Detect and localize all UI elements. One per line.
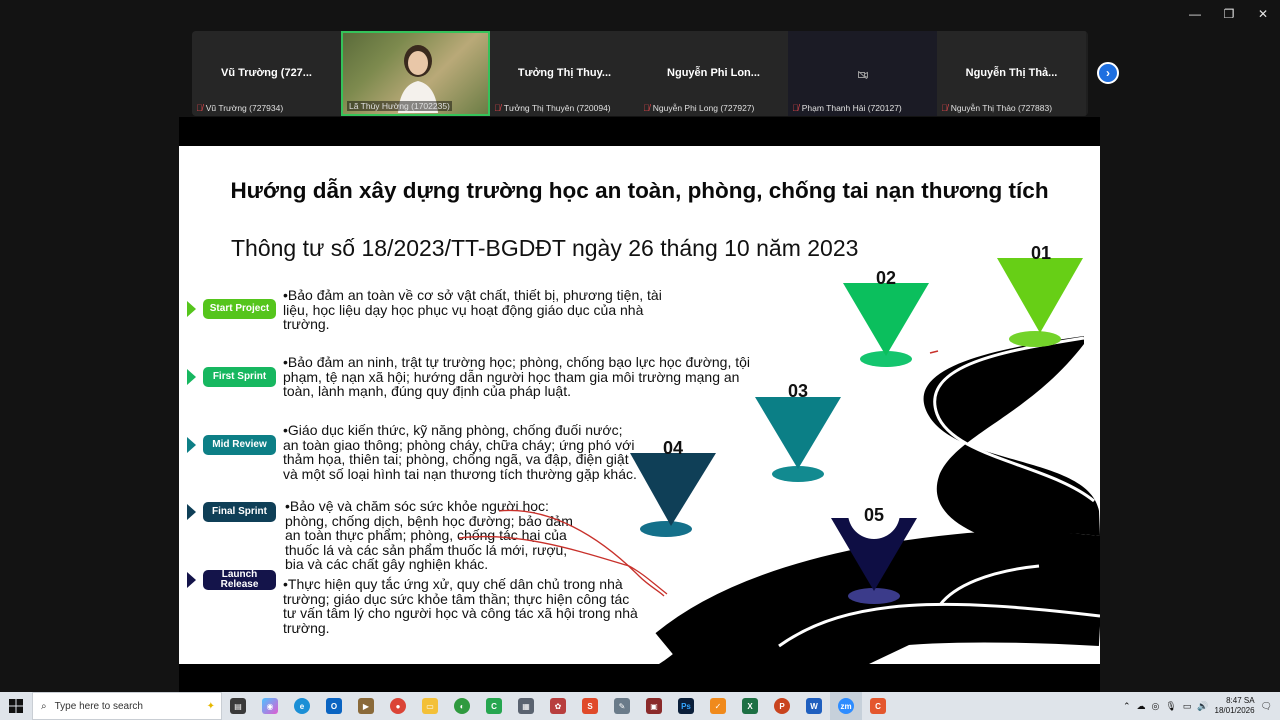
content-paragraph: •Bảo đảm an ninh, trật tự trường học; ph…: [283, 354, 751, 400]
participant-tile[interactable]: Tưởng Thị Thuy... 🎙̸ Tưởng Thị Thuyên (72…: [490, 31, 639, 116]
microphone-icon[interactable]: 🎙: [1165, 701, 1176, 712]
mic-off-icon: 🎙̸: [643, 103, 650, 113]
app-icon[interactable]: ✓: [702, 692, 734, 720]
arrow-icon: [187, 572, 196, 588]
milestone-markers: [630, 258, 1083, 604]
arrow-icon: [187, 369, 196, 385]
participant-label: Lã Thúy Hường (1702235): [347, 101, 452, 111]
participant-label: 🎙̸ Tưởng Thị Thuyên (720094): [494, 103, 611, 113]
participant-name: Tưởng Thị Thuy...: [517, 67, 612, 79]
media-player-icon[interactable]: ▶: [350, 692, 382, 720]
participant-strip: Vũ Trường (727... 🎙̸ Vũ Trường (727934) L…: [192, 31, 1088, 116]
calculator-icon[interactable]: ▦: [510, 692, 542, 720]
camtasia-icon[interactable]: C: [478, 692, 510, 720]
step-label: Start Project: [203, 299, 276, 319]
close-button[interactable]: ✕: [1246, 0, 1280, 28]
chevron-up-icon[interactable]: ⌃: [1123, 701, 1131, 712]
app-icon[interactable]: ▣: [638, 692, 670, 720]
milestone-number: 03: [788, 381, 809, 401]
restore-button[interactable]: ❐: [1212, 0, 1246, 28]
camera-off-icon: [788, 70, 937, 82]
file-explorer-icon[interactable]: ▭: [414, 692, 446, 720]
slide: Hướng dẫn xây dựng trường học an toàn, p…: [179, 146, 1100, 664]
arrow-icon: [187, 437, 196, 453]
mic-off-icon: 🎙̸: [196, 103, 203, 113]
taskbar-search[interactable]: ⌕ Type here to search ✦: [32, 692, 222, 720]
app-icon[interactable]: ✿: [542, 692, 574, 720]
step-label: Launch Release: [203, 570, 276, 590]
clock-date: 18/01/2026: [1214, 706, 1255, 715]
outlook-icon[interactable]: O: [318, 692, 350, 720]
app-icon[interactable]: S: [574, 692, 606, 720]
notifications-icon[interactable]: 🗨: [1261, 701, 1272, 712]
participant-name: Vũ Trường (727...: [221, 67, 312, 79]
milestone-number: 05: [864, 505, 885, 525]
step-final-sprint: Final Sprint: [187, 502, 276, 522]
search-placeholder: Type here to search: [54, 700, 143, 712]
minimize-button[interactable]: —: [1178, 0, 1212, 28]
taskbar: ⌕ Type here to search ✦ ▤ ◉ e O ▶ ● ▭ ◐ …: [0, 692, 1280, 720]
app-icon[interactable]: ✎: [606, 692, 638, 720]
app-icon[interactable]: ◐: [446, 692, 478, 720]
word-icon[interactable]: W: [798, 692, 830, 720]
search-icon: ⌕: [41, 700, 47, 712]
milestone-number: 04: [663, 438, 684, 458]
step-mid-review: Mid Review: [187, 435, 276, 455]
copilot-icon[interactable]: ◉: [254, 692, 286, 720]
arrow-icon: [187, 504, 196, 520]
display-icon[interactable]: ▭: [1183, 701, 1192, 712]
participant-tile[interactable]: Vũ Trường (727... 🎙̸ Vũ Trường (727934): [192, 31, 341, 116]
step-label: Mid Review: [203, 435, 276, 455]
volume-icon[interactable]: 🔊: [1197, 701, 1208, 712]
participant-name: Nguyễn Thị Thả...: [965, 67, 1058, 79]
camtasia-recorder-icon[interactable]: C: [862, 692, 894, 720]
participant-label: 🎙̸ Nguyễn Thị Thảo (727883): [941, 103, 1053, 113]
participant-tile[interactable]: Nguyễn Thị Thả... 🎙̸ Nguyễn Thị Thảo (727…: [937, 31, 1086, 116]
participant-tile[interactable]: 🎙̸ Phạm Thanh Hải (720127): [788, 31, 937, 116]
step-label: Final Sprint: [203, 502, 276, 522]
participant-label: 🎙̸ Nguyễn Phi Long (727927): [643, 103, 755, 113]
network-icon[interactable]: ☁: [1136, 701, 1145, 712]
next-page-chevron-icon[interactable]: ›: [1097, 62, 1119, 84]
window-controls: — ❐ ✕: [1178, 0, 1280, 28]
excel-icon[interactable]: X: [734, 692, 766, 720]
participant-label: 🎙̸ Phạm Thanh Hải (720127): [792, 103, 902, 113]
step-launch-release: Launch Release: [187, 570, 276, 590]
annotation-scribble: [459, 509, 668, 597]
system-tray: ⌃ ☁ ◎ 🎙 ▭ 🔊 8:47 SA 18/01/2026 🗨: [1123, 692, 1280, 720]
clock[interactable]: 8:47 SA 18/01/2026: [1215, 696, 1255, 716]
mic-off-icon: 🎙̸: [792, 103, 799, 113]
milestone-number: 01: [1031, 243, 1052, 263]
milestone-number: 02: [876, 268, 897, 288]
screen: — ❐ ✕ Vũ Trường (727... 🎙̸ Vũ Trường (727…: [0, 0, 1280, 720]
participant-name: Nguyễn Phi Lon...: [667, 67, 760, 79]
sparkle-icon: ✦: [206, 700, 215, 712]
powerpoint-icon[interactable]: P: [766, 692, 798, 720]
arrow-icon: [187, 301, 196, 317]
step-first-sprint: First Sprint: [187, 367, 276, 387]
clock-time: 8:47 SA: [1226, 696, 1255, 705]
app-tray-icon[interactable]: ◎: [1151, 701, 1159, 712]
slide-title: Hướng dẫn xây dựng trường học an toàn, p…: [230, 178, 1049, 203]
task-view-icon[interactable]: ▤: [222, 692, 254, 720]
step-start-project: Start Project: [187, 299, 276, 319]
content-paragraph: •Giáo dục kiến thức, kỹ năng phòng, chốn…: [283, 422, 637, 482]
windows-start-icon[interactable]: [0, 692, 32, 720]
photoshop-icon[interactable]: Ps: [670, 692, 702, 720]
content-paragraph: •Bảo đảm an toàn về cơ sở vật chất, thiế…: [283, 287, 662, 333]
mic-off-icon: 🎙̸: [941, 103, 948, 113]
edge-icon[interactable]: e: [286, 692, 318, 720]
chrome-icon[interactable]: ●: [382, 692, 414, 720]
participant-tile-video[interactable]: Lã Thúy Hường (1702235): [341, 31, 490, 116]
participant-tile[interactable]: Nguyễn Phi Lon... 🎙̸ Nguyễn Phi Long (727…: [639, 31, 788, 116]
participant-label: 🎙̸ Vũ Trường (727934): [196, 103, 284, 113]
step-label: First Sprint: [203, 367, 276, 387]
zoom-icon[interactable]: zm: [830, 692, 862, 720]
annotation-mark: [929, 350, 939, 354]
mic-off-icon: 🎙̸: [494, 103, 501, 113]
